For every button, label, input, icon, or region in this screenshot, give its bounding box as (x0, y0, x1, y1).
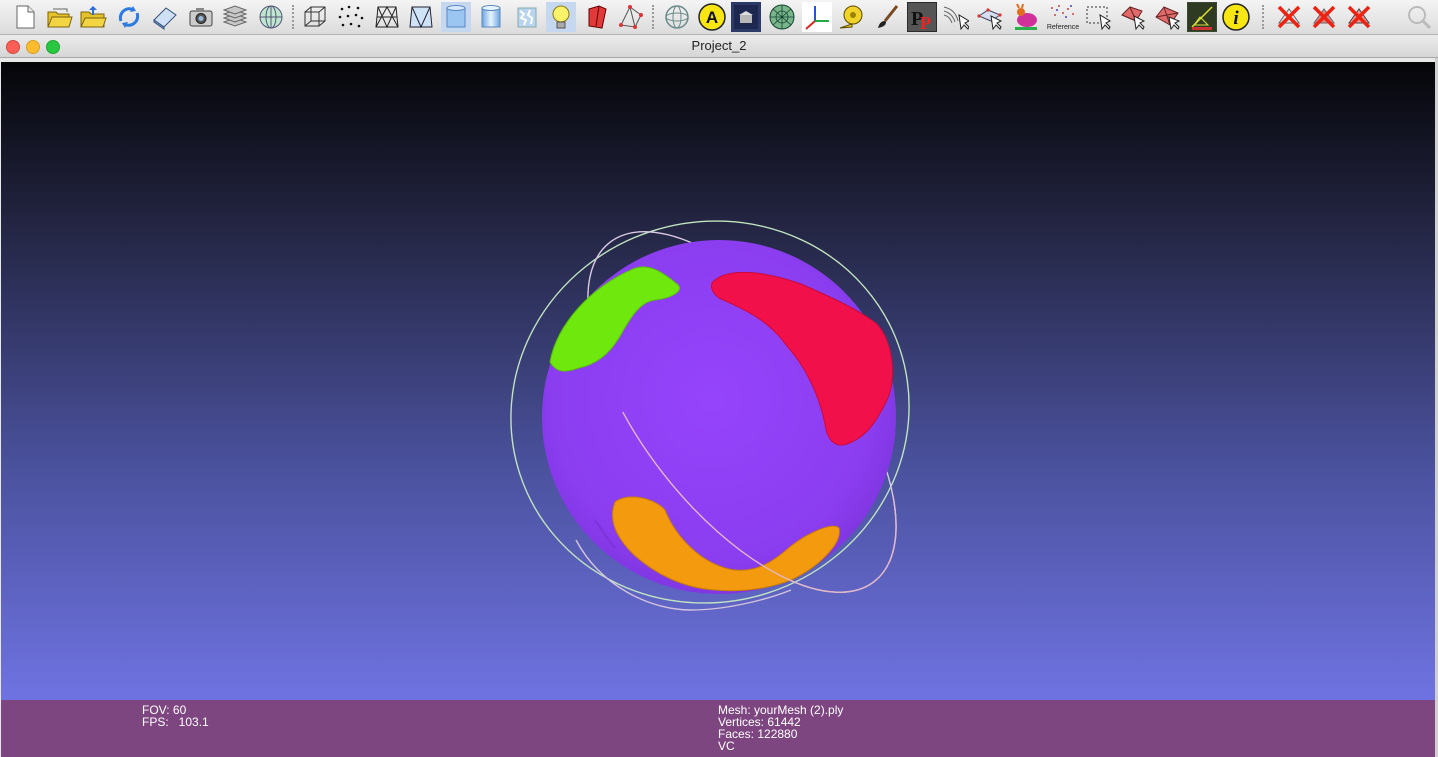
paint-brush-icon[interactable] (872, 2, 902, 32)
wireframe-view-icon[interactable] (372, 2, 402, 32)
delete-faces-icon[interactable] (1309, 2, 1339, 32)
3d-viewport[interactable] (1, 62, 1435, 700)
trackball-icon[interactable] (662, 2, 692, 32)
open-project-icon[interactable] (44, 2, 74, 32)
point-picker-icon[interactable] (975, 2, 1005, 32)
toolbar-separator (292, 5, 298, 29)
bbox-view-icon[interactable] (300, 2, 330, 32)
select-faces-rect-icon[interactable] (1083, 2, 1113, 32)
flat-shading-icon[interactable] (441, 2, 471, 32)
new-project-icon[interactable] (10, 2, 40, 32)
search-icon[interactable] (1404, 2, 1434, 32)
window-title: Project_2 (691, 38, 747, 53)
museum-icon[interactable] (731, 2, 761, 32)
select-vertices-icon[interactable] (616, 2, 646, 32)
measure-tape-icon[interactable] (836, 2, 866, 32)
delete-faces-vertices-icon[interactable] (1344, 2, 1374, 32)
fps-text: FPS: 103.1 (142, 715, 209, 729)
raster-layer-icon[interactable] (256, 2, 286, 32)
points-view-icon[interactable] (336, 2, 366, 32)
select-connected-icon[interactable] (1152, 2, 1182, 32)
mesh-sphere-icon[interactable] (767, 2, 797, 32)
pickpoints-icon[interactable]: PP (907, 2, 937, 32)
import-mesh-icon[interactable] (78, 2, 108, 32)
vc-text: VC (718, 739, 735, 753)
window-titlebar: Project_2 (0, 35, 1438, 58)
quality-map-bunny-icon[interactable] (1011, 2, 1041, 32)
mesh-render (510, 220, 910, 611)
info-icon[interactable]: i (1221, 2, 1251, 32)
texture-shading-icon[interactable] (512, 2, 542, 32)
reference-icon[interactable]: Reference (1046, 2, 1080, 32)
svg-text:P: P (920, 13, 931, 31)
light-bulb-icon[interactable] (546, 2, 576, 32)
align-tool-icon[interactable] (940, 2, 970, 32)
toolbar-separator (652, 5, 658, 29)
axes-icon[interactable] (802, 2, 832, 32)
backface-culling-icon[interactable] (582, 2, 612, 32)
info-overlay-bar: FOV: 60 FPS: 103.1 Mesh: yourMesh (2).pl… (1, 700, 1435, 757)
save-icon[interactable] (150, 2, 180, 32)
label-a-icon[interactable]: A (697, 2, 727, 32)
camera-icon[interactable] (186, 2, 216, 32)
layers-icon[interactable] (220, 2, 250, 32)
edit-texture-icon[interactable] (1187, 2, 1217, 32)
reload-icon[interactable] (114, 2, 144, 32)
select-faces-icon[interactable] (1118, 2, 1148, 32)
smooth-shading-icon[interactable] (476, 2, 506, 32)
hidden-lines-icon[interactable] (406, 2, 436, 32)
toolbar-separator (1262, 5, 1268, 29)
svg-text:A: A (706, 8, 718, 27)
main-toolbar: A PP Reference i (0, 0, 1438, 35)
reference-label: Reference (1047, 24, 1079, 31)
delete-vertices-icon[interactable] (1274, 2, 1304, 32)
svg-text:i: i (1233, 8, 1239, 29)
